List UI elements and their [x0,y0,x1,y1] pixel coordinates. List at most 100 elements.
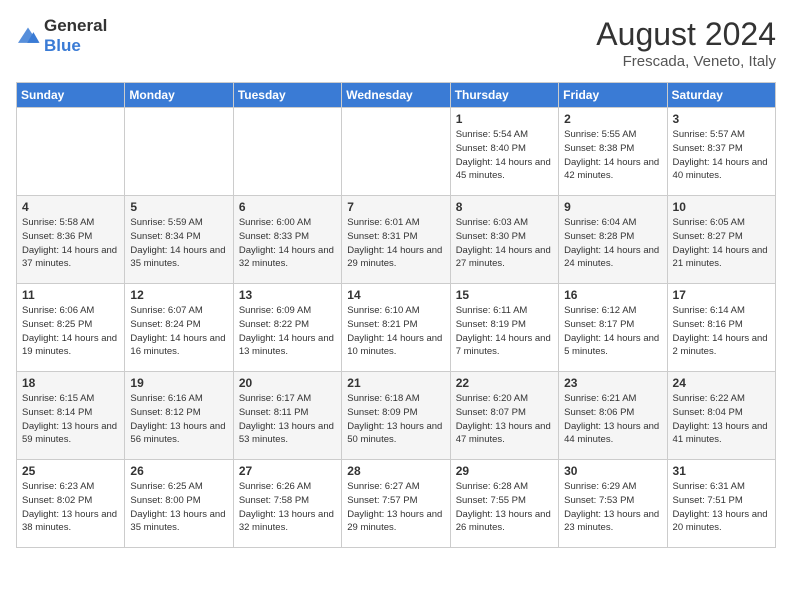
day-number: 7 [347,200,444,214]
day-number: 19 [130,376,227,390]
logo-icon [16,26,40,46]
day-number: 15 [456,288,553,302]
day-info: Sunrise: 6:21 AM Sunset: 8:06 PM Dayligh… [564,392,661,447]
day-number: 11 [22,288,119,302]
day-number: 6 [239,200,336,214]
calendar-cell [342,108,450,196]
calendar-cell: 23 Sunrise: 6:21 AM Sunset: 8:06 PM Dayli… [559,372,667,460]
calendar-cell: 7 Sunrise: 6:01 AM Sunset: 8:31 PM Daylig… [342,196,450,284]
day-info: Sunrise: 6:31 AM Sunset: 7:51 PM Dayligh… [673,480,770,535]
calendar-week-2: 4 Sunrise: 5:58 AM Sunset: 8:36 PM Daylig… [17,196,776,284]
month-year: August 2024 [596,16,776,53]
calendar-cell: 15 Sunrise: 6:11 AM Sunset: 8:19 PM Dayli… [450,284,558,372]
location: Frescada, Veneto, Italy [596,53,776,70]
day-info: Sunrise: 6:07 AM Sunset: 8:24 PM Dayligh… [130,304,227,359]
day-header-friday: Friday [559,83,667,108]
day-number: 29 [456,464,553,478]
day-info: Sunrise: 6:15 AM Sunset: 8:14 PM Dayligh… [22,392,119,447]
day-info: Sunrise: 6:20 AM Sunset: 8:07 PM Dayligh… [456,392,553,447]
logo: General Blue [16,16,107,56]
day-info: Sunrise: 6:29 AM Sunset: 7:53 PM Dayligh… [564,480,661,535]
day-number: 25 [22,464,119,478]
day-info: Sunrise: 6:22 AM Sunset: 8:04 PM Dayligh… [673,392,770,447]
calendar-cell: 5Sunrise: 5:59 AM Sunset: 8:34 PM Daylig… [125,196,233,284]
day-header-wednesday: Wednesday [342,83,450,108]
day-number: 21 [347,376,444,390]
day-header-sunday: Sunday [17,83,125,108]
calendar-cell: 18 Sunrise: 6:15 AM Sunset: 8:14 PM Dayli… [17,372,125,460]
day-number: 9 [564,200,661,214]
calendar-cell: 3 Sunrise: 5:57 AM Sunset: 8:37 PM Daylig… [667,108,775,196]
calendar-cell [233,108,341,196]
day-info: Sunrise: 6:11 AM Sunset: 8:19 PM Dayligh… [456,304,553,359]
day-number: 14 [347,288,444,302]
day-number: 2 [564,112,661,126]
day-number: 31 [673,464,770,478]
day-number: 26 [130,464,227,478]
day-number: 27 [239,464,336,478]
calendar-cell: 1 Sunrise: 5:54 AM Sunset: 8:40 PM Daylig… [450,108,558,196]
day-number: 23 [564,376,661,390]
day-info: Sunrise: 6:14 AM Sunset: 8:16 PM Dayligh… [673,304,770,359]
calendar-cell: 9 Sunrise: 6:04 AM Sunset: 8:28 PM Daylig… [559,196,667,284]
calendar-cell: 17 Sunrise: 6:14 AM Sunset: 8:16 PM Dayli… [667,284,775,372]
day-info: Sunrise: 5:58 AM Sunset: 8:36 PM Dayligh… [22,216,119,271]
day-number: 20 [239,376,336,390]
day-number: 4 [22,200,119,214]
calendar-table: SundayMondayTuesdayWednesdayThursdayFrid… [16,82,776,548]
day-info: Sunrise: 5:59 AM Sunset: 8:34 PM Dayligh… [130,216,227,271]
day-info: Sunrise: 6:17 AM Sunset: 8:11 PM Dayligh… [239,392,336,447]
calendar-cell: 24 Sunrise: 6:22 AM Sunset: 8:04 PM Dayli… [667,372,775,460]
calendar-cell: 14Sunrise: 6:10 AM Sunset: 8:21 PM Dayli… [342,284,450,372]
title-block: August 2024 Frescada, Veneto, Italy [596,16,776,70]
calendar-cell: 30 Sunrise: 6:29 AM Sunset: 7:53 PM Dayli… [559,460,667,548]
day-info: Sunrise: 5:54 AM Sunset: 8:40 PM Dayligh… [456,128,553,183]
day-number: 16 [564,288,661,302]
day-number: 12 [130,288,227,302]
day-info: Sunrise: 6:16 AM Sunset: 8:12 PM Dayligh… [130,392,227,447]
calendar-cell: 12 Sunrise: 6:07 AM Sunset: 8:24 PM Dayli… [125,284,233,372]
day-number: 28 [347,464,444,478]
calendar-week-5: 25 Sunrise: 6:23 AM Sunset: 8:02 PM Dayli… [17,460,776,548]
calendar-cell [17,108,125,196]
calendar-cell: 29 Sunrise: 6:28 AM Sunset: 7:55 PM Dayli… [450,460,558,548]
day-info: Sunrise: 6:01 AM Sunset: 8:31 PM Dayligh… [347,216,444,271]
day-header-saturday: Saturday [667,83,775,108]
calendar-cell: 22Sunrise: 6:20 AM Sunset: 8:07 PM Dayli… [450,372,558,460]
page-header: General Blue August 2024 Frescada, Venet… [16,16,776,70]
day-info: Sunrise: 6:25 AM Sunset: 8:00 PM Dayligh… [130,480,227,535]
day-info: Sunrise: 6:28 AM Sunset: 7:55 PM Dayligh… [456,480,553,535]
day-number: 17 [673,288,770,302]
calendar-week-4: 18 Sunrise: 6:15 AM Sunset: 8:14 PM Dayli… [17,372,776,460]
calendar-cell: 4 Sunrise: 5:58 AM Sunset: 8:36 PM Daylig… [17,196,125,284]
calendar-cell: 25 Sunrise: 6:23 AM Sunset: 8:02 PM Dayli… [17,460,125,548]
day-number: 3 [673,112,770,126]
day-info: Sunrise: 6:27 AM Sunset: 7:57 PM Dayligh… [347,480,444,535]
day-info: Sunrise: 6:04 AM Sunset: 8:28 PM Dayligh… [564,216,661,271]
calendar-cell: 6 Sunrise: 6:00 AM Sunset: 8:33 PM Daylig… [233,196,341,284]
day-info: Sunrise: 6:05 AM Sunset: 8:27 PM Dayligh… [673,216,770,271]
day-number: 18 [22,376,119,390]
day-number: 10 [673,200,770,214]
day-info: Sunrise: 6:06 AM Sunset: 8:25 PM Dayligh… [22,304,119,359]
calendar-cell [125,108,233,196]
day-number: 8 [456,200,553,214]
calendar-cell: 20 Sunrise: 6:17 AM Sunset: 8:11 PM Dayli… [233,372,341,460]
calendar-week-1: 1 Sunrise: 5:54 AM Sunset: 8:40 PM Daylig… [17,108,776,196]
calendar-cell: 11 Sunrise: 6:06 AM Sunset: 8:25 PM Dayli… [17,284,125,372]
day-info: Sunrise: 6:00 AM Sunset: 8:33 PM Dayligh… [239,216,336,271]
day-header-monday: Monday [125,83,233,108]
calendar-cell: 28 Sunrise: 6:27 AM Sunset: 7:57 PM Dayli… [342,460,450,548]
calendar-cell: 2Sunrise: 5:55 AM Sunset: 8:38 PM Daylig… [559,108,667,196]
day-info: Sunrise: 6:23 AM Sunset: 8:02 PM Dayligh… [22,480,119,535]
day-number: 24 [673,376,770,390]
day-info: Sunrise: 5:57 AM Sunset: 8:37 PM Dayligh… [673,128,770,183]
calendar-cell: 16 Sunrise: 6:12 AM Sunset: 8:17 PM Dayli… [559,284,667,372]
logo-general: General [44,16,107,35]
day-number: 30 [564,464,661,478]
day-info: Sunrise: 6:18 AM Sunset: 8:09 PM Dayligh… [347,392,444,447]
day-info: Sunrise: 6:12 AM Sunset: 8:17 PM Dayligh… [564,304,661,359]
day-number: 1 [456,112,553,126]
calendar-week-3: 11 Sunrise: 6:06 AM Sunset: 8:25 PM Dayli… [17,284,776,372]
logo-blue: Blue [44,36,81,55]
